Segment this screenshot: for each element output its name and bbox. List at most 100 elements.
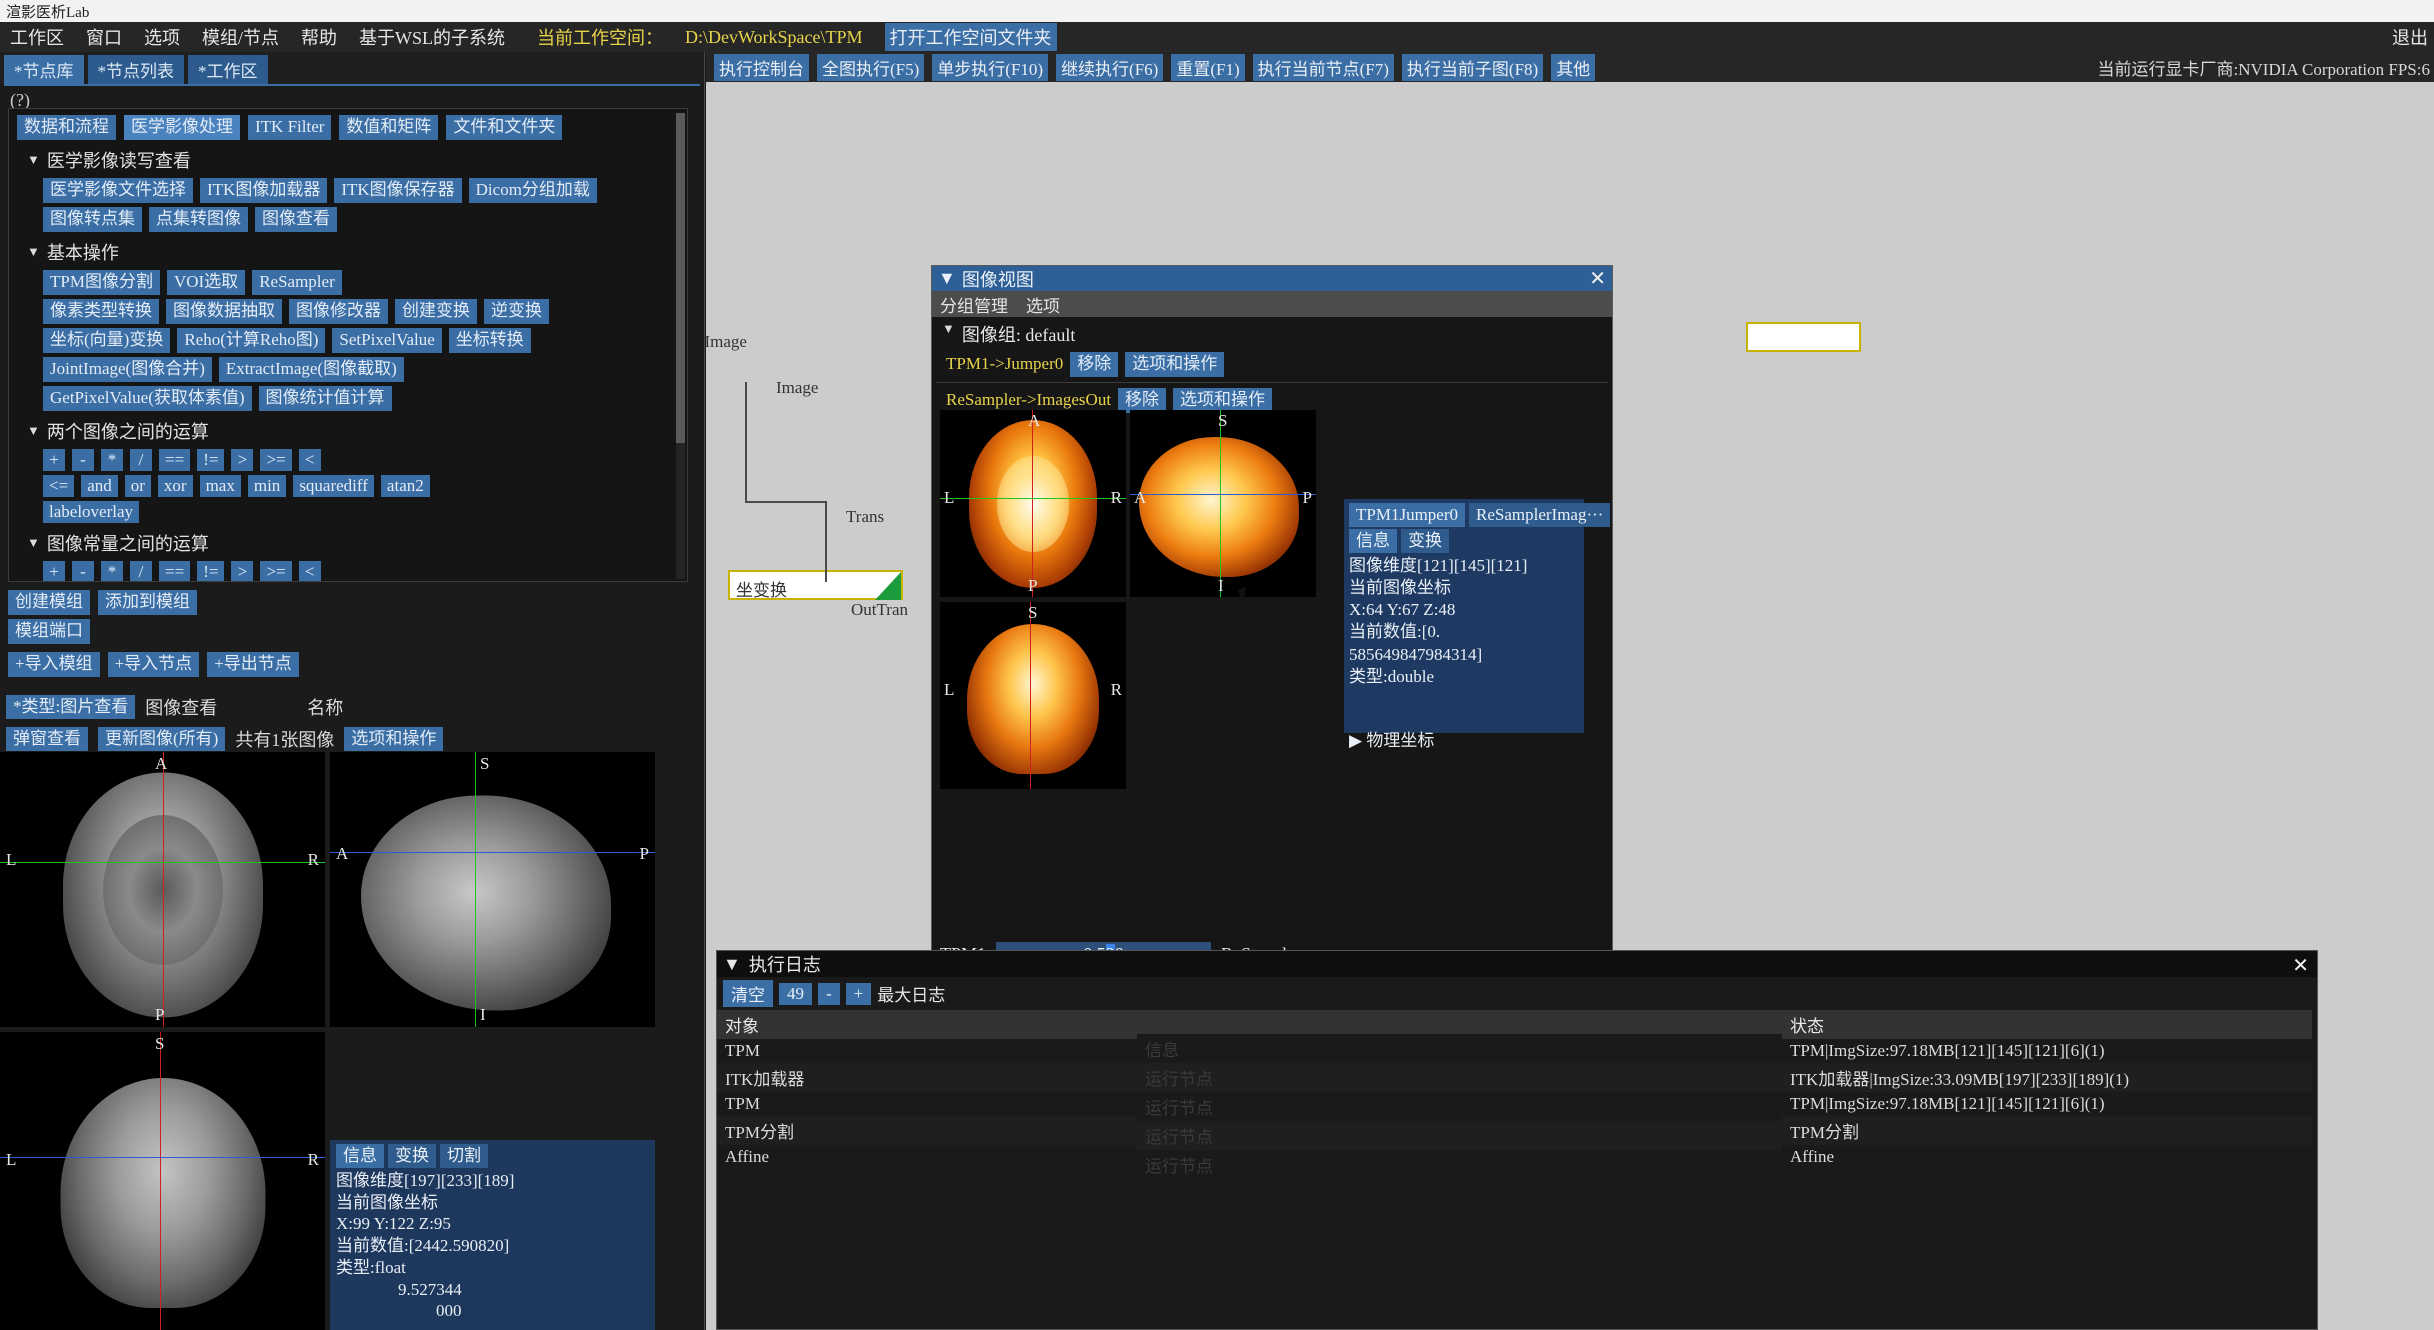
exec-run-all-button[interactable]: 全图执行(F5) — [817, 54, 924, 81]
log-decrease-button[interactable]: - — [818, 983, 840, 1005]
op-notequal[interactable]: != — [197, 449, 224, 471]
dialog-info-tab-tpm1jumper0[interactable]: TPM1Jumper0 — [1349, 503, 1465, 527]
node-itk-image-loader[interactable]: ITK图像加载器 — [200, 178, 327, 203]
node-image-modifier[interactable]: 图像修改器 — [289, 299, 388, 324]
node-image-statistics[interactable]: 图像统计值计算 — [259, 386, 392, 411]
group-header-binary-ops[interactable]: ▼ 两个图像之间的运算 — [9, 413, 687, 447]
menu-item-modules-nodes[interactable]: 模组/节点 — [202, 24, 279, 50]
exec-step-button[interactable]: 单步执行(F10) — [932, 54, 1048, 81]
node-joint-image[interactable]: JointImage(图像合并) — [43, 357, 212, 382]
node-pointset-to-image[interactable]: 点集转图像 — [149, 207, 248, 232]
entry-remove-button[interactable]: 移除 — [1070, 352, 1118, 377]
exec-run-current-node-button[interactable]: 执行当前节点(F7) — [1253, 54, 1394, 81]
group-header-const-ops[interactable]: ▼ 图像常量之间的运算 — [9, 525, 687, 559]
module-ports-button[interactable]: 模组端口 — [8, 619, 90, 644]
graph-node-upper[interactable] — [1746, 322, 1861, 352]
op-xor[interactable]: xor — [158, 475, 193, 497]
op-const-less[interactable]: < — [299, 561, 321, 583]
op-squarediff[interactable]: squarediff — [293, 475, 374, 497]
popup-view-button[interactable]: 弹窗查看 — [6, 727, 88, 752]
node-itk-image-saver[interactable]: ITK图像保存器 — [334, 178, 461, 203]
op-const-multiply[interactable]: * — [101, 561, 123, 583]
slice-axial[interactable]: A L R P — [0, 752, 325, 1027]
exec-reset-button[interactable]: 重置(F1) — [1171, 54, 1244, 81]
chevron-down-icon[interactable]: ▼ — [723, 954, 741, 975]
chevron-down-icon[interactable]: ▼ — [938, 268, 956, 289]
info-tab-info[interactable]: 信息 — [336, 1144, 384, 1168]
add-to-module-button[interactable]: 添加到模组 — [98, 590, 197, 615]
viewer-options-button[interactable]: 选项和操作 — [344, 727, 443, 752]
import-node-button[interactable]: +导入节点 — [108, 652, 200, 677]
node-set-pixel-value[interactable]: SetPixelValue — [332, 328, 441, 353]
export-node-button[interactable]: +导出节点 — [207, 652, 299, 677]
op-const-greater[interactable]: > — [231, 561, 253, 583]
op-or[interactable]: or — [125, 475, 151, 497]
node-tpm-segmentation[interactable]: TPM图像分割 — [43, 270, 160, 295]
op-multiply[interactable]: * — [101, 449, 123, 471]
log-increase-button[interactable]: + — [846, 983, 872, 1005]
node-resampler[interactable]: ReSampler — [252, 270, 342, 295]
refresh-all-images-button[interactable]: 更新图像(所有) — [98, 727, 225, 752]
graph-node-transform[interactable]: 坐变换 — [728, 570, 903, 600]
info-tab-cut[interactable]: 切割 — [440, 1144, 488, 1168]
log-clear-button[interactable]: 清空 — [723, 980, 773, 1007]
node-library-scrollbar[interactable] — [676, 113, 685, 579]
dialog-subtab-info[interactable]: 信息 — [1349, 529, 1397, 553]
op-max[interactable]: max — [200, 475, 241, 497]
category-numeric-matrix[interactable]: 数值和矩阵 — [339, 115, 438, 140]
category-files-folders[interactable]: 文件和文件夹 — [446, 115, 562, 140]
exec-run-subgraph-button[interactable]: 执行当前子图(F8) — [1402, 54, 1543, 81]
group-header-basic-ops[interactable]: ▼ 基本操作 — [9, 234, 687, 268]
node-image-to-pointset[interactable]: 图像转点集 — [43, 207, 142, 232]
info-tab-transform[interactable]: 变换 — [388, 1144, 436, 1168]
op-divide[interactable]: / — [130, 449, 152, 471]
close-icon[interactable]: ✕ — [2292, 953, 2309, 978]
node-image-data-extract[interactable]: 图像数据抽取 — [166, 299, 282, 324]
close-icon[interactable]: ✕ — [1589, 269, 1606, 289]
exec-other-button[interactable]: 其他 — [1551, 54, 1595, 81]
node-get-pixel-value[interactable]: GetPixelValue(获取体素值) — [43, 386, 252, 411]
op-atan2[interactable]: atan2 — [381, 475, 430, 497]
node-dicom-group-load[interactable]: Dicom分组加载 — [469, 178, 597, 203]
category-medical-imaging[interactable]: 医学影像处理 — [124, 115, 240, 140]
node-voi-select[interactable]: VOI选取 — [167, 270, 245, 295]
node-reho[interactable]: Reho(计算Reho图) — [177, 328, 325, 353]
tab-workspace[interactable]: *工作区 — [188, 55, 268, 84]
menu-item-wsl-subsystem[interactable]: 基于WSL的子系统 — [359, 24, 505, 50]
op-less-equal[interactable]: <= — [43, 475, 74, 497]
import-module-button[interactable]: +导入模组 — [8, 652, 100, 677]
category-data-flow[interactable]: 数据和流程 — [17, 115, 116, 140]
slice-coronal[interactable]: S L R — [0, 1032, 325, 1330]
op-labeloverlay[interactable]: labeloverlay — [43, 501, 139, 523]
node-image-view[interactable]: 图像查看 — [255, 207, 337, 232]
op-greater[interactable]: > — [231, 449, 253, 471]
menu-item-window[interactable]: 窗口 — [86, 24, 122, 50]
dialog-info-tab-resamplerimage[interactable]: ReSamplerImag··· — [1469, 503, 1610, 527]
node-medical-file-select[interactable]: 医学影像文件选择 — [43, 178, 193, 203]
scrollbar-thumb[interactable] — [676, 113, 685, 443]
node-inverse-transform[interactable]: 逆变换 — [484, 299, 549, 324]
menu-item-options[interactable]: 选项 — [144, 24, 180, 50]
node-extract-image[interactable]: ExtractImage(图像截取) — [219, 357, 404, 382]
dialog-info-physical-coord[interactable]: ▶ 物理坐标 — [1349, 730, 1579, 752]
node-coord-transform[interactable]: 坐标转换 — [449, 328, 531, 353]
graph-node-port[interactable] — [875, 572, 901, 600]
op-plus[interactable]: + — [43, 449, 65, 471]
dialog-menu-group-manage[interactable]: 分组管理 — [940, 292, 1008, 317]
dialog-group-header[interactable]: ▼ 图像组: default — [932, 317, 1612, 349]
dialog-slice-sagittal[interactable]: S A P I — [1130, 410, 1316, 597]
op-equal[interactable]: == — [159, 449, 190, 471]
create-module-button[interactable]: 创建模组 — [8, 590, 90, 615]
dialog-menu-options[interactable]: 选项 — [1026, 292, 1060, 317]
node-coord-vector-transform[interactable]: 坐标(向量)变换 — [43, 328, 170, 353]
dialog-subtab-transform[interactable]: 变换 — [1401, 529, 1449, 553]
group-header-io[interactable]: ▼ 医学影像读写查看 — [9, 142, 687, 176]
dialog-slice-axial[interactable]: A L R P — [940, 410, 1126, 597]
op-less[interactable]: < — [299, 449, 321, 471]
op-const-divide[interactable]: / — [130, 561, 152, 583]
op-const-equal[interactable]: == — [159, 561, 190, 583]
menu-item-help[interactable]: 帮助 — [301, 24, 337, 50]
op-minus[interactable]: - — [72, 449, 94, 471]
op-const-minus[interactable]: - — [72, 561, 94, 583]
op-const-greater-equal[interactable]: >= — [260, 561, 291, 583]
